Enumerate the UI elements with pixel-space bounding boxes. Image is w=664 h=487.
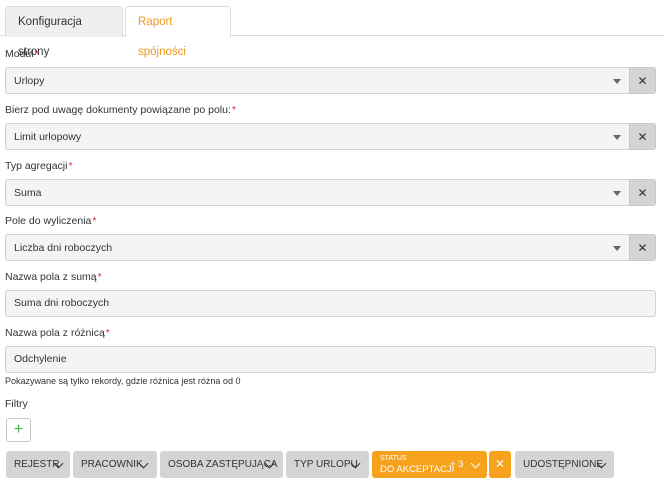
chip-label: TYP URLOPU (294, 459, 358, 470)
required-marker: * (34, 48, 39, 60)
caret-down-icon[interactable] (613, 246, 621, 251)
required-marker: * (105, 327, 110, 339)
chip-label: UDOSTĘPNIONE (523, 459, 604, 470)
clear-icon[interactable]: ✕ (629, 234, 656, 261)
clear-icon[interactable]: ✕ (629, 179, 656, 206)
chip-label: PRACOWNIK (81, 459, 143, 470)
filter-chip-osoba-zastepujaca[interactable]: OSOBA ZASTĘPUJĄCA (160, 451, 283, 478)
nazwa-suma-input[interactable]: Suma dni roboczych (5, 290, 656, 317)
clear-icon[interactable]: ✕ (629, 123, 656, 150)
filter-chip-status[interactable]: STATUS DO AKCEPTACJI + 3 (372, 451, 487, 478)
modul-value: Urlopy (14, 75, 45, 87)
hint-text: Pokazywane są tylko rekordy, gdzie różni… (5, 376, 241, 386)
chip-count: + 3 (450, 459, 464, 470)
filters-label: Filtry (5, 398, 28, 410)
modul-select[interactable]: Urlopy ✕ (5, 67, 656, 94)
powiazane-select[interactable]: Limit urlopowy ✕ (5, 123, 656, 150)
powiazane-label: Bierz pod uwagę dokumenty powiązane po p… (5, 104, 236, 116)
required-marker: * (92, 215, 97, 227)
chevron-down-icon (470, 458, 481, 469)
chip-label: STATUS (380, 455, 407, 462)
chip-value: DO AKCEPTACJI (380, 464, 455, 475)
clear-icon[interactable]: ✕ (629, 67, 656, 94)
agregacja-value: Suma (14, 187, 42, 199)
nazwa-suma-label: Nazwa pola z sumą* (5, 271, 102, 283)
add-filter-button[interactable]: + (6, 418, 31, 442)
caret-down-icon[interactable] (613, 135, 621, 140)
caret-down-icon[interactable] (613, 79, 621, 84)
filter-chip-rejestr[interactable]: REJESTR (6, 451, 70, 478)
required-marker: * (97, 271, 102, 283)
chip-label: OSOBA ZASTĘPUJĄCA (168, 459, 278, 470)
agregacja-label: Typ agregacji* (5, 160, 73, 172)
agregacja-select[interactable]: Suma ✕ (5, 179, 656, 206)
chip-label: REJESTR (14, 459, 60, 470)
filter-chip-udostepnione[interactable]: UDOSTĘPNIONE (515, 451, 614, 478)
nazwa-roznica-label: Nazwa pola z różnicą* (5, 327, 110, 339)
tab-bar: Konfiguracja strony Raport spójności (0, 0, 664, 58)
nazwa-roznica-input[interactable]: Odchylenie (5, 346, 656, 373)
modul-label: Moduł* (5, 48, 39, 60)
filter-chip-typ-urlopu[interactable]: TYP URLOPU (286, 451, 369, 478)
pole-value: Liczba dni roboczych (14, 242, 113, 254)
tab-raport-spojnosci[interactable]: Raport spójności (125, 6, 231, 58)
tab-konfiguracja-strony[interactable]: Konfiguracja strony (5, 6, 123, 58)
required-marker: * (68, 160, 73, 172)
required-marker: * (231, 104, 236, 116)
filter-chip-pracownik[interactable]: PRACOWNIK (73, 451, 157, 478)
caret-down-icon[interactable] (613, 191, 621, 196)
powiazane-value: Limit urlopowy (14, 131, 82, 143)
clear-status-filter-button[interactable]: ✕ (489, 451, 511, 478)
pole-select[interactable]: Liczba dni roboczych ✕ (5, 234, 656, 261)
pole-label: Pole do wyliczenia* (5, 215, 97, 227)
